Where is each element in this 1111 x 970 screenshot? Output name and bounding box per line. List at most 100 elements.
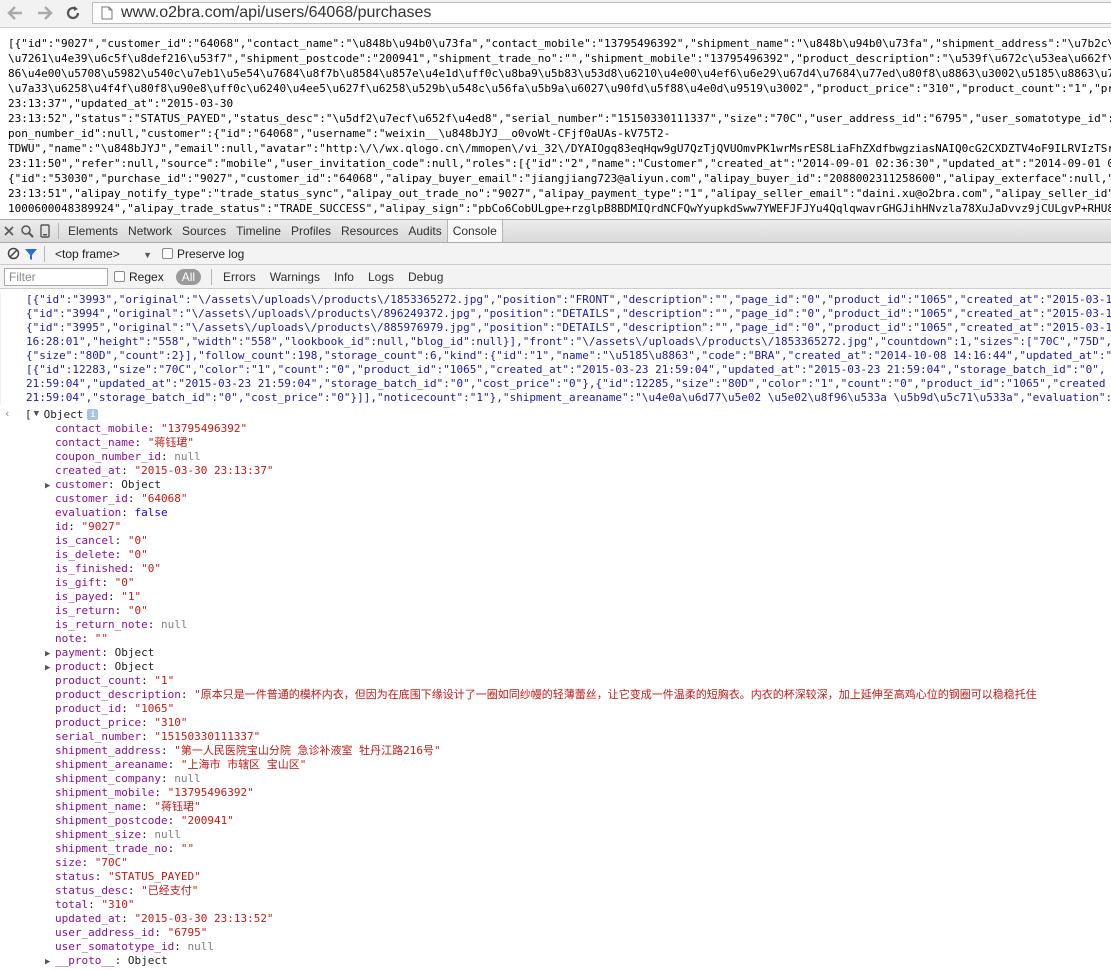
- key-colon: :: [154, 926, 168, 939]
- property-row: shipment_size: null: [0, 828, 1111, 842]
- regex-checkbox[interactable]: Regex: [114, 270, 164, 284]
- property-value: Object: [121, 478, 161, 491]
- tab-resources[interactable]: Resources: [336, 220, 403, 242]
- property-value: "已经支付": [141, 884, 199, 897]
- checkbox-box[interactable]: [161, 248, 173, 259]
- level-logs-button[interactable]: Logs: [361, 270, 401, 284]
- raw-json-line: [{"id":"9027","customer_id":"64068","con…: [8, 37, 1111, 50]
- reload-button[interactable]: [62, 2, 84, 24]
- key-colon: :: [174, 940, 188, 953]
- level-all-button[interactable]: All: [175, 268, 202, 285]
- property-key: is_delete: [55, 548, 115, 561]
- console-log-line: 16:28:01","height":"558","width":"558","…: [0, 335, 1111, 349]
- filter-toggle-button[interactable]: [22, 243, 40, 265]
- key-colon: :: [147, 618, 161, 631]
- console-log-line: [{"id":12283,"size":"70C","color":"1","c…: [0, 363, 1111, 377]
- property-row: note: "": [0, 632, 1111, 646]
- level-warnings-button[interactable]: Warnings: [263, 270, 327, 284]
- property-value: null: [160, 618, 188, 631]
- property-value: "2015-03-30 23:13:37": [134, 464, 274, 477]
- console-log-line: {"size":"80D","count":2}],"follow_count"…: [0, 349, 1111, 363]
- tab-sources[interactable]: Sources: [177, 220, 231, 242]
- property-value: "13795496392": [160, 422, 248, 435]
- level-debug-button[interactable]: Debug: [401, 270, 450, 284]
- property-value: "1": [121, 590, 142, 603]
- key-colon: :: [88, 898, 102, 911]
- raw-json-line: 1000600048389924","alipay_trade_status":…: [8, 202, 1111, 215]
- property-key: shipment_size: [55, 828, 142, 841]
- property-row[interactable]: ▶ payment: Object: [0, 646, 1111, 660]
- property-value: "原本只是一件普通的模杯内衣，但因为在底围下缘设计了一圈如同纱幔的轻薄蕾丝，让它…: [194, 688, 1037, 701]
- tab-console[interactable]: Console: [446, 220, 503, 242]
- filter-input[interactable]: [4, 267, 108, 286]
- property-row: evaluation: false: [0, 506, 1111, 520]
- expand-triangle-icon[interactable]: ▶: [45, 479, 55, 492]
- property-key: shipment_postcode: [55, 814, 168, 827]
- property-key: contact_name: [55, 436, 135, 449]
- property-row: shipment_trade_no: "": [0, 842, 1111, 856]
- back-button[interactable]: [4, 2, 26, 24]
- expand-triangle-icon[interactable]: ▶: [45, 955, 55, 968]
- clear-console-button[interactable]: [4, 243, 22, 265]
- expand-triangle-icon[interactable]: ▶: [45, 661, 55, 674]
- key-colon: :: [141, 828, 155, 841]
- property-row: shipment_name: "蒋钰珺": [0, 800, 1111, 814]
- reload-icon: [66, 6, 80, 20]
- property-value: "": [94, 632, 108, 645]
- mobile-device-icon: [40, 224, 50, 238]
- property-row: product_description: "原本只是一件普通的模杯内衣，但因为在…: [0, 688, 1111, 702]
- console-log-line: {"id":"3995","original":"\/assets\/uploa…: [0, 321, 1111, 335]
- property-value: "200941": [180, 814, 234, 827]
- property-value: Object: [114, 660, 155, 673]
- tab-timeline[interactable]: Timeline: [231, 220, 286, 242]
- forward-button[interactable]: [34, 2, 56, 24]
- property-key: is_return: [55, 604, 115, 617]
- tab-audits[interactable]: Audits: [403, 220, 446, 242]
- info-icon[interactable]: i: [87, 408, 99, 420]
- checkbox-box[interactable]: [114, 271, 125, 282]
- tab-profiles[interactable]: Profiles: [286, 220, 336, 242]
- raw-json-line: 86\u4e00\u5708\u5982\u540c\u7eb1\u5e54\u…: [8, 67, 1111, 80]
- expand-triangle-icon[interactable]: ▶: [45, 647, 55, 660]
- close-devtools-button[interactable]: [0, 220, 18, 242]
- inspect-element-button[interactable]: [18, 220, 36, 242]
- key-colon: :: [107, 590, 122, 603]
- console-log-line: [{"id":"3993","original":"\/assets\/uplo…: [0, 293, 1111, 307]
- key-colon: :: [160, 450, 175, 463]
- property-row: contact_name: "蒋钰珺": [0, 436, 1111, 450]
- key-colon: :: [101, 660, 115, 673]
- property-row[interactable]: ▶ customer: Object: [0, 478, 1111, 492]
- property-row: product_price: "310": [0, 716, 1111, 730]
- property-value: "蒋钰珺": [147, 436, 194, 449]
- filter-funnel-icon: [25, 248, 37, 260]
- property-key: product_price: [55, 716, 142, 729]
- address-bar[interactable]: www.o2bra.com/api/users/64068/purchases: [92, 2, 1111, 24]
- property-value: Object: [114, 646, 155, 659]
- url-text[interactable]: www.o2bra.com/api/users/64068/purchases: [121, 4, 431, 22]
- property-value: "蒋钰珺": [154, 800, 201, 813]
- frame-selector[interactable]: <top frame> ▼: [55, 247, 152, 261]
- property-key: contact_mobile: [55, 422, 148, 435]
- property-value: "13795496392": [167, 786, 254, 799]
- key-colon: :: [94, 870, 108, 883]
- browser-toolbar: www.o2bra.com/api/users/64068/purchases: [0, 0, 1111, 28]
- expand-triangle-icon[interactable]: ▼: [34, 409, 44, 419]
- level-info-button[interactable]: Info: [327, 270, 361, 284]
- devtools-tabbar: Elements Network Sources Timeline Profiles Re…: [0, 219, 1111, 243]
- property-key: is_gift: [55, 576, 102, 589]
- key-colon: :: [107, 478, 122, 491]
- tab-network[interactable]: Network: [123, 220, 177, 242]
- device-mode-button[interactable]: [36, 220, 54, 242]
- property-row[interactable]: ▶ product: Object: [0, 660, 1111, 674]
- property-row: shipment_address: "第一人民医院宝山分院 急诊补液室 牡丹江路…: [0, 744, 1111, 758]
- property-key: serial_number: [55, 730, 142, 743]
- tab-elements[interactable]: Elements: [63, 220, 123, 242]
- object-header[interactable]: [ ▼ Object i: [0, 407, 1111, 421]
- raw-json-line: 23:11:50","refer":null,"source":"mobile"…: [8, 157, 1111, 170]
- key-colon: :: [101, 646, 115, 659]
- object-properties: contact_mobile: "13795496392" contact_nam…: [0, 422, 1111, 968]
- property-row[interactable]: ▶ __proto__: Object: [0, 954, 1111, 968]
- property-value: "1": [154, 674, 175, 687]
- level-errors-button[interactable]: Errors: [216, 270, 263, 284]
- preserve-log-checkbox[interactable]: Preserve log: [161, 247, 244, 261]
